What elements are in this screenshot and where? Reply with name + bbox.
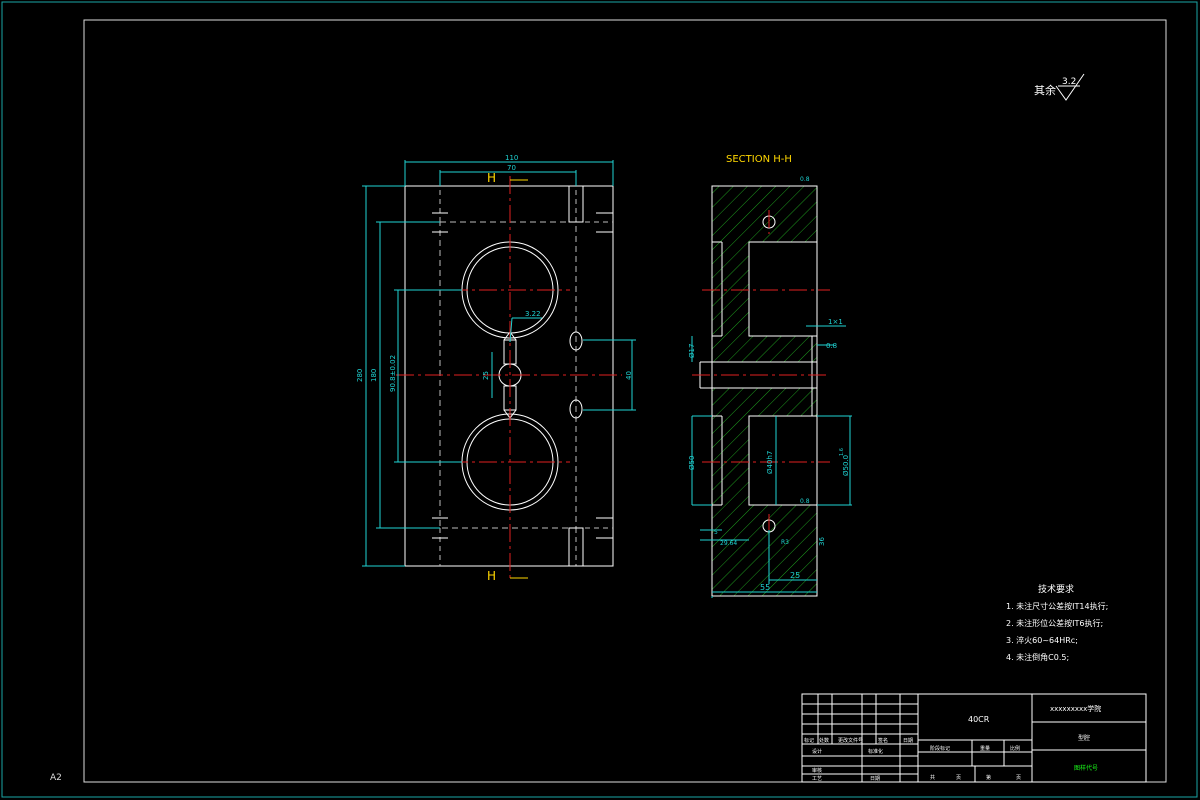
front-centerlines (396, 176, 622, 578)
dim-110: 110 (505, 154, 518, 162)
tech-item-4: 4. 未注倒角C0.5; (1006, 652, 1069, 662)
dim-70: 70 (507, 164, 516, 172)
tb-label-riqi: 日期 (903, 738, 913, 744)
section-marker-bottom: H (487, 569, 496, 583)
finish-note-prefix: 其余 (1034, 83, 1056, 97)
dim-180: 180 (370, 369, 378, 382)
front-view: H H 110 70 280 180 90.8±0.02 25 40 3.22 (356, 154, 636, 583)
dim-phi50b: Ø50.0 (842, 455, 850, 476)
dim-36: 36 (818, 537, 826, 546)
dim-r3: R3 (781, 539, 789, 546)
tb-label-gengai: 更改文件号 (838, 737, 863, 744)
tb-material: 40CR (968, 715, 990, 724)
dim-1x1: 1×1 (828, 318, 843, 326)
surface-finish-note: 其余 3.2 (1034, 73, 1085, 101)
dim-90: 90.8±0.02 (389, 355, 397, 392)
section-hatch (712, 186, 817, 596)
dim-r22: 3.22 (525, 310, 541, 318)
tb-label-qianming: 签名 (878, 737, 888, 744)
rough-top: 0.8 (800, 176, 810, 183)
rough-side: 1.6 (839, 448, 845, 456)
dim-25: 25 (482, 371, 490, 380)
tb-label-zhongliang: 重量 (980, 745, 990, 752)
tb-label-bili: 比例 (1010, 745, 1020, 752)
sheet-outer-border (1, 1, 1198, 798)
dim-angle: 0.8 (826, 342, 837, 350)
dim-5: 5 (714, 529, 718, 536)
dim-phi17: Ø17 (688, 344, 696, 358)
tb-label-chushu: 处数 (819, 737, 829, 744)
tech-title: 技术要求 (1038, 583, 1074, 595)
rough-mid: 0.8 (800, 498, 810, 505)
tech-requirements: 技术要求 1. 未注尺寸公差按IT14执行; 2. 未注形位公差按IT6执行; … (1006, 583, 1108, 662)
tb-label-shenhe: 审核 (812, 767, 822, 774)
tech-item-2: 2. 未注形位公差按IT6执行; (1006, 618, 1103, 628)
dim-55: 55 (760, 583, 770, 592)
dim-phi50: Ø50 (688, 456, 696, 470)
dim-40: 40 (625, 371, 633, 380)
title-block-text: 40CR xxxxxxxxx学院 型腔 图样代号 标记 处数 更改文件号 签名 … (804, 704, 1101, 782)
tb-label-gong: 共 (930, 774, 935, 781)
section-marker-top: H (487, 171, 496, 185)
tb-label-pizhun: 日期 (870, 776, 880, 782)
tb-label-zhang2: 页 (1016, 775, 1021, 781)
tb-school: xxxxxxxxx学院 (1050, 704, 1101, 713)
tb-drawing-name: 型腔 (1078, 734, 1090, 742)
drawing-frame (83, 19, 1167, 783)
tb-label-sheji: 设计 (812, 748, 822, 755)
tb-label-zhang1: 页 (956, 775, 961, 781)
dim-section-25: 25 (790, 571, 800, 580)
tech-item-1: 1. 未注尺寸公差按IT14执行; (1006, 601, 1108, 611)
drawing-canvas: A2 其余 3.2 H H 110 70 280 180 90.8±0.02 2… (1, 1, 1198, 798)
front-dimension-lines (362, 160, 636, 567)
tb-label-di: 第 (986, 774, 991, 781)
dim-29: 29.64 (720, 540, 737, 547)
tb-label-biaoji: 标记 (804, 737, 814, 744)
front-view-outline (404, 185, 614, 567)
tb-drawing-code: 图样代号 (1074, 764, 1098, 772)
dim-280: 280 (356, 369, 364, 382)
sheet-size-label: A2 (50, 773, 62, 783)
tb-label-jieduan: 阶段标记 (930, 745, 950, 752)
tb-label-gongyi: 工艺 (812, 776, 822, 782)
tech-item-3: 3. 淬火60~64HRc; (1006, 635, 1078, 645)
section-title: SECTION H-H (726, 154, 792, 165)
side-holes (432, 185, 613, 567)
tb-label-biaozhunhua: 标准化 (868, 748, 883, 755)
section-view: SECTION H-H 55 25 36 29.64 5 Ø50 Ø40h7 Ø… (688, 154, 852, 598)
dim-phi40: Ø40h7 (766, 451, 774, 474)
